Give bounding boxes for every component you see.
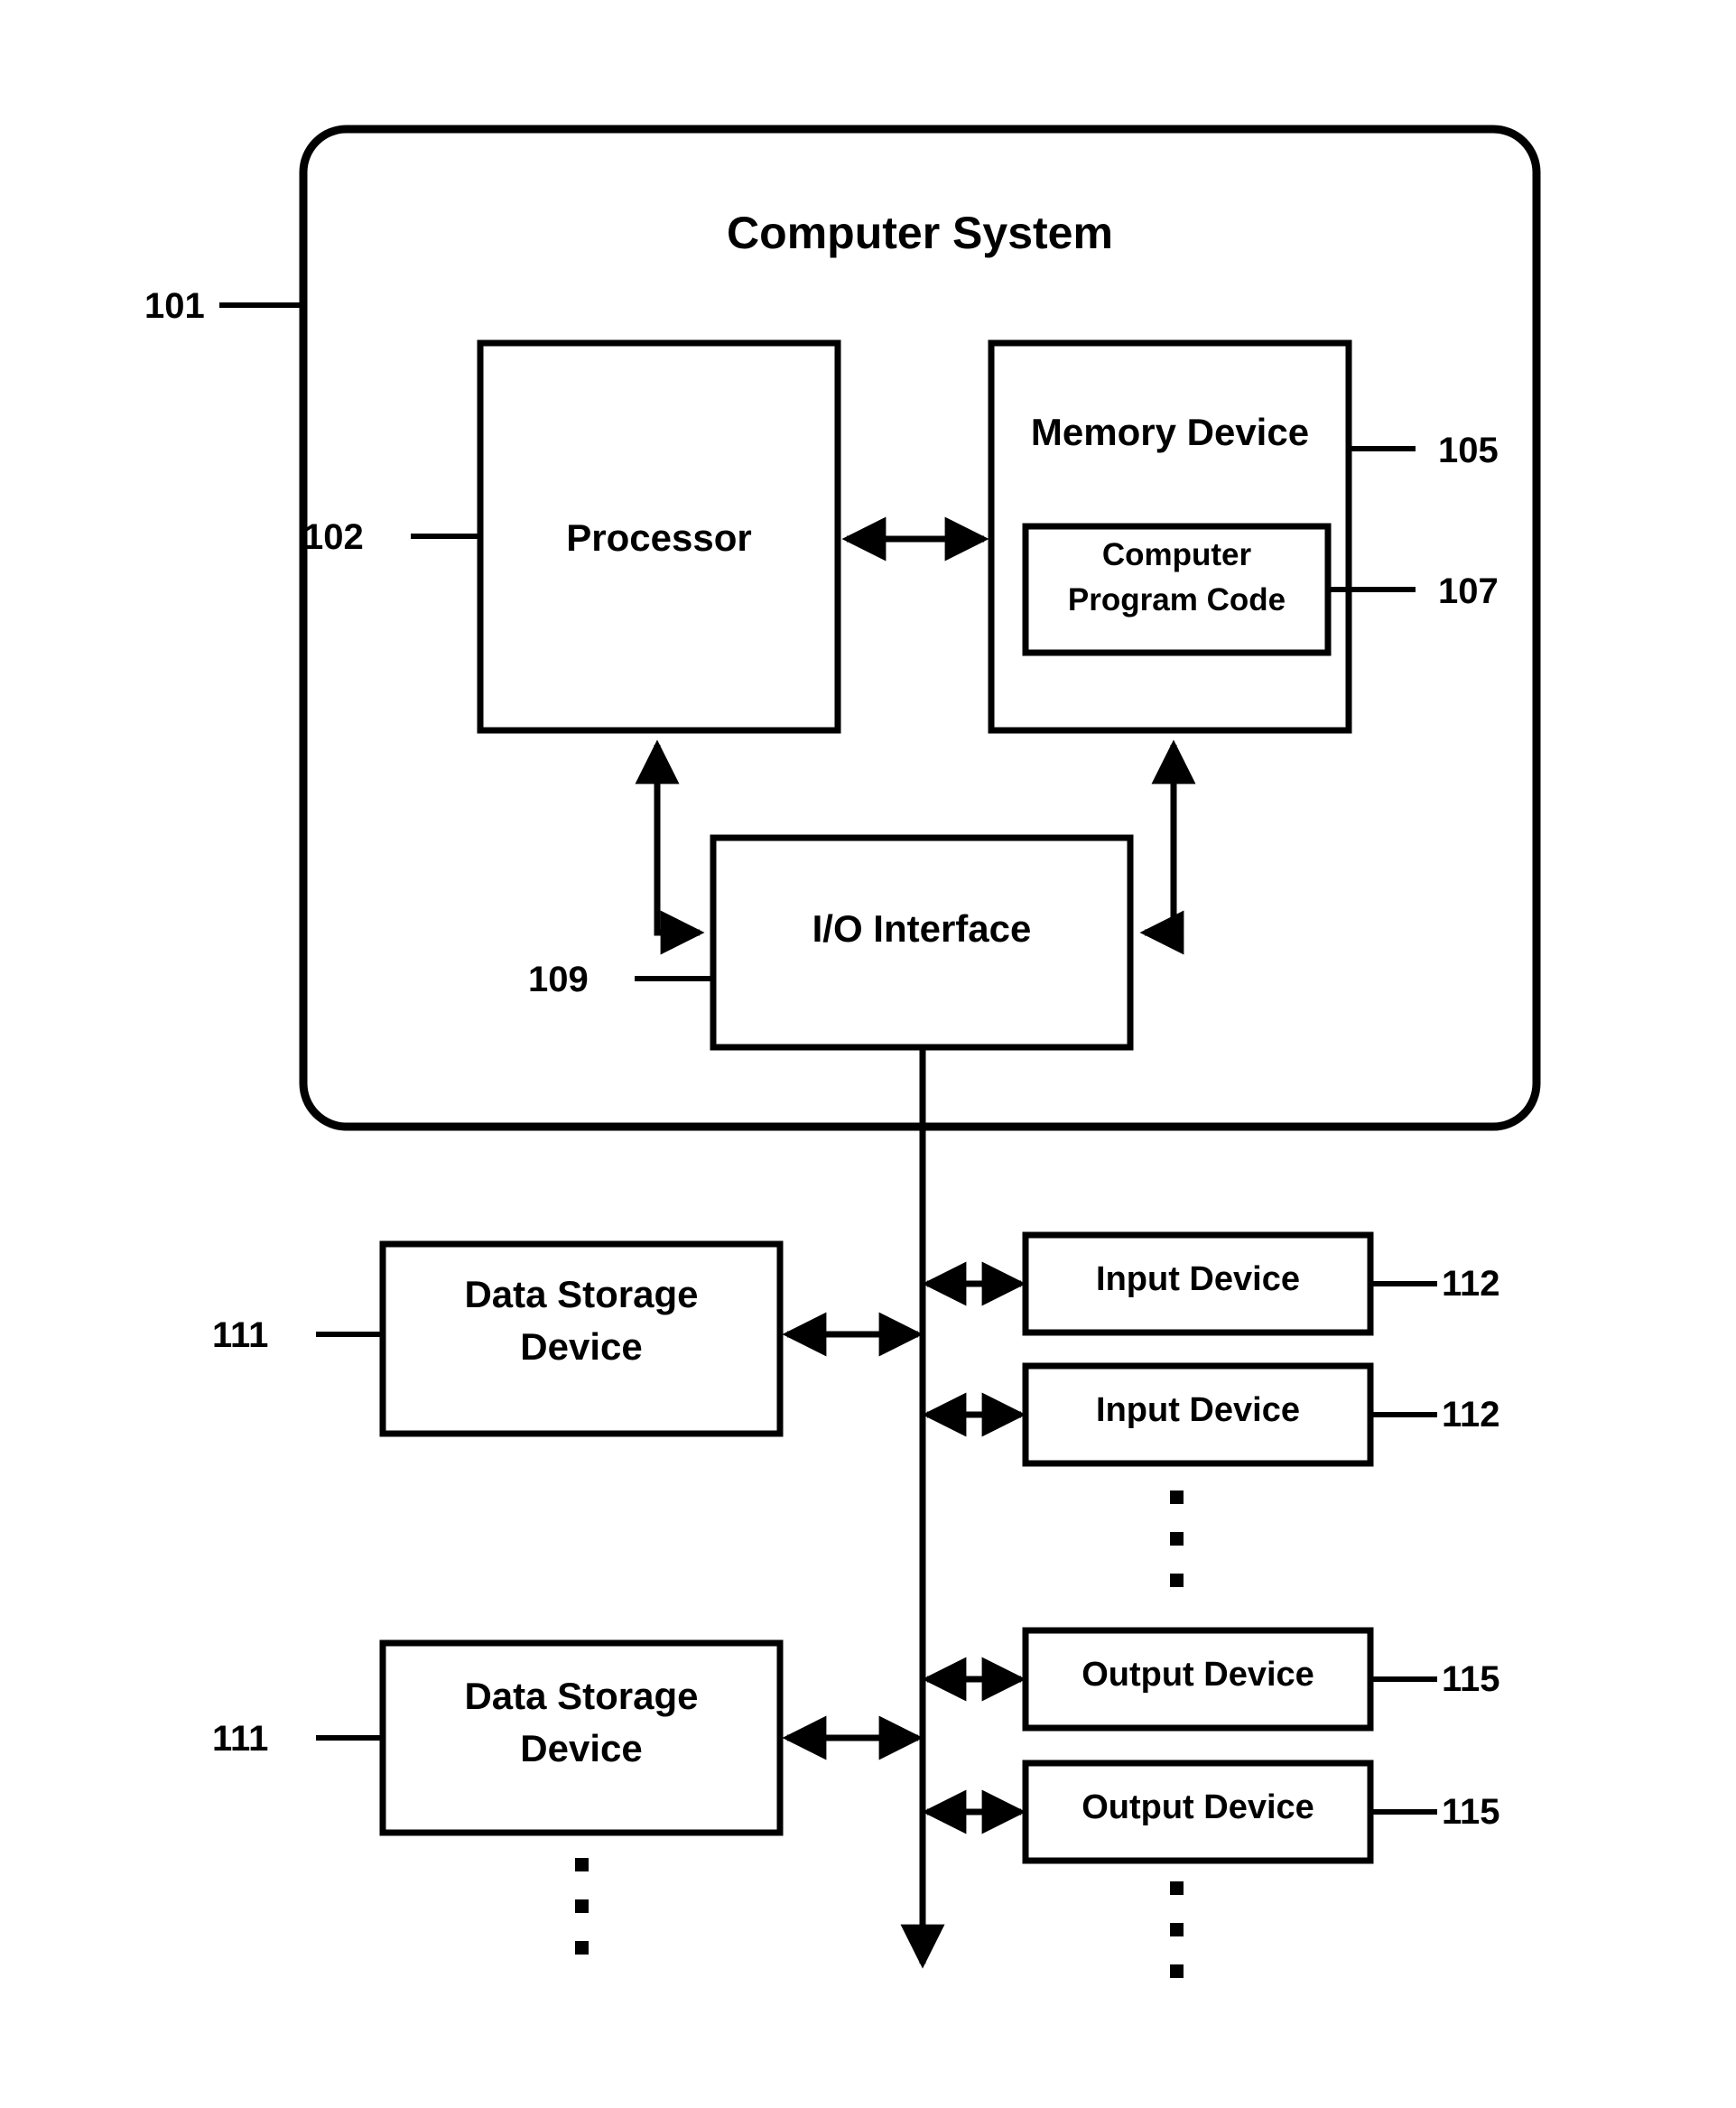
ref-115-a: 115 xyxy=(1442,1659,1500,1699)
ref-109: 109 xyxy=(528,960,589,999)
data-storage-ellipsis xyxy=(575,1858,589,1955)
page-title: Computer System xyxy=(727,208,1113,258)
ref-115-b: 115 xyxy=(1442,1792,1500,1832)
connector-processor-io xyxy=(635,739,705,955)
ref-101: 101 xyxy=(144,286,205,326)
data-storage-2-label-line1: Data Storage xyxy=(464,1675,699,1717)
input-device-1-label: Input Device xyxy=(1096,1260,1300,1298)
data-storage-1-label-line1: Data Storage xyxy=(464,1273,699,1315)
processor-label: Processor xyxy=(566,516,752,559)
input-device-2-label: Input Device xyxy=(1096,1391,1300,1429)
input-devices-ellipsis xyxy=(1170,1490,1184,1587)
data-storage-1-label-line2: Device xyxy=(520,1325,643,1368)
computer-program-code-label-line1: Computer xyxy=(1101,537,1252,572)
data-storage-2-label-line2: Device xyxy=(520,1727,643,1769)
patent-figure: Computer System 101 Processor 102 Memory… xyxy=(0,0,1736,2108)
output-devices-ellipsis xyxy=(1170,1881,1184,1978)
output-device-2-label: Output Device xyxy=(1082,1788,1314,1826)
io-interface-label: I/O Interface xyxy=(812,907,1032,950)
output-device-1-label: Output Device xyxy=(1082,1656,1314,1694)
ref-112-a: 112 xyxy=(1442,1264,1500,1304)
ref-111-a: 111 xyxy=(212,1315,269,1355)
ref-112-b: 112 xyxy=(1442,1395,1500,1435)
ref-105: 105 xyxy=(1438,431,1499,470)
connector-memory-io xyxy=(1139,739,1196,955)
ref-107: 107 xyxy=(1438,571,1499,611)
computer-program-code-label-line2: Program Code xyxy=(1067,582,1286,618)
ref-111-b: 111 xyxy=(212,1719,269,1759)
memory-device-label: Memory Device xyxy=(1030,411,1310,453)
ref-102: 102 xyxy=(303,517,364,557)
